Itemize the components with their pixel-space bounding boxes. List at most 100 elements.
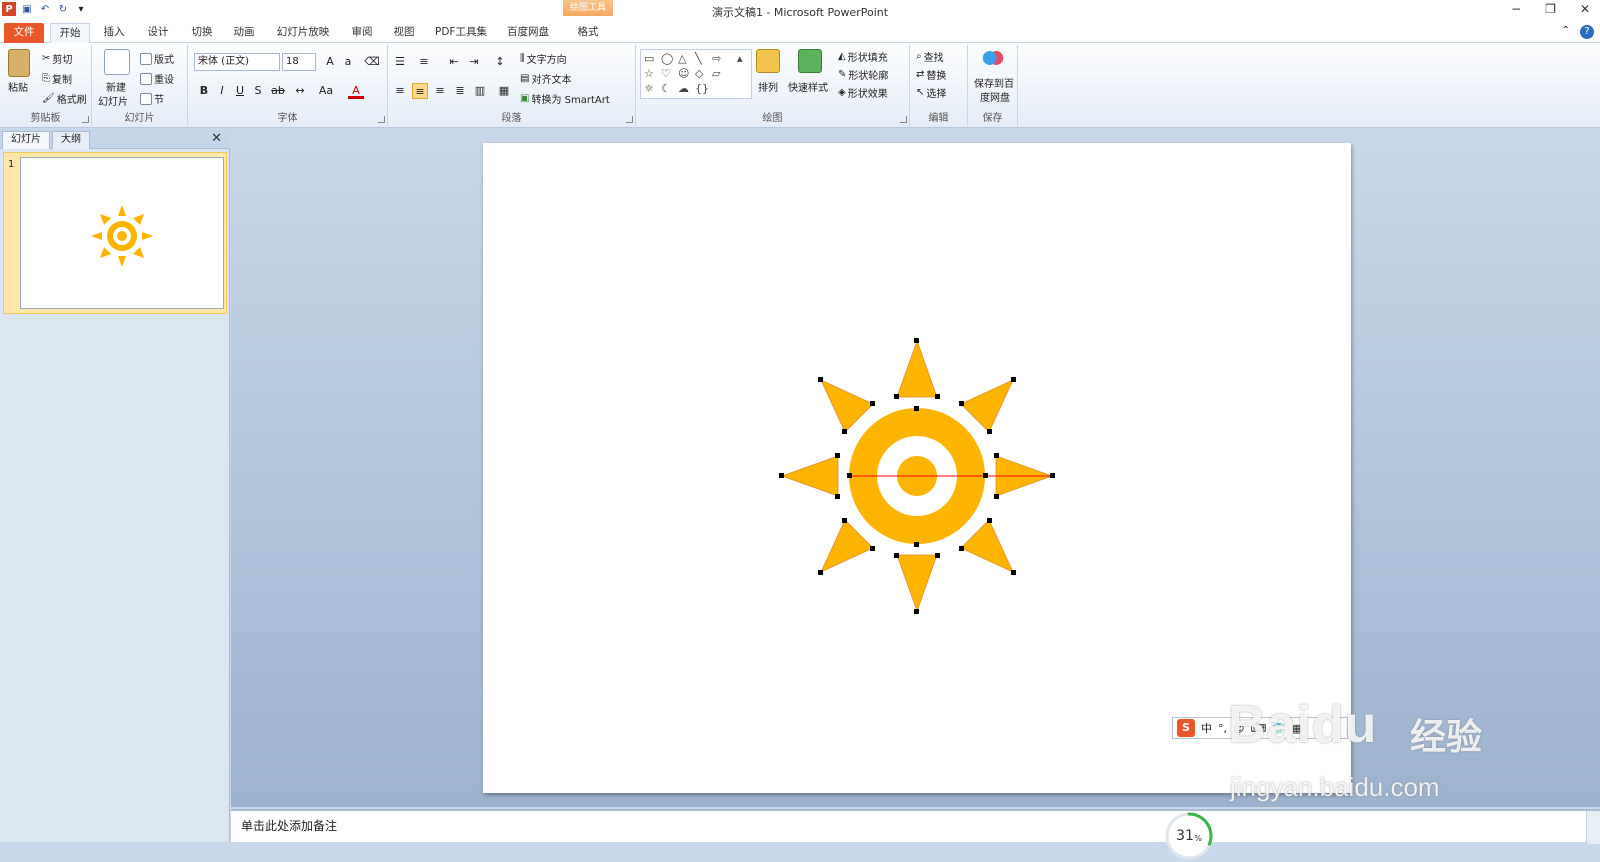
justify-icon[interactable]: ≣: [452, 83, 468, 99]
shapes-gallery[interactable]: ▭ ◯ △ ╲ ⇨ ☆ ♡ ☺ ◇ ▱ ☼ ☾ ☁ {} ▴: [640, 49, 752, 99]
shape-effects-button[interactable]: ◈ 形状效果: [838, 85, 888, 100]
font-size-combo[interactable]: 18: [282, 53, 316, 71]
sun-shape-group[interactable]: [483, 143, 1351, 793]
slide-thumbnail[interactable]: [20, 157, 224, 309]
new-slide-icon[interactable]: [104, 49, 130, 75]
text-direction-button[interactable]: ⫼ 文字方向: [520, 51, 567, 66]
replace-button[interactable]: ⇄ 替换: [916, 67, 946, 82]
tab-view[interactable]: 视图: [386, 23, 422, 43]
tab-baidu-netdisk[interactable]: 百度网盘: [502, 23, 554, 43]
arrange-button[interactable]: 排列: [758, 79, 778, 94]
tab-slides-pane[interactable]: 幻灯片: [2, 131, 50, 149]
underline-icon[interactable]: U: [232, 83, 248, 99]
slide-canvas[interactable]: [483, 143, 1351, 793]
convert-smartart-button[interactable]: ▣ 转换为 SmartArt: [520, 91, 610, 106]
shape-cube-icon[interactable]: ▱: [712, 67, 720, 80]
reset-button[interactable]: 重设: [140, 71, 174, 86]
font-dialog-launcher[interactable]: [378, 116, 385, 123]
new-slide-button[interactable]: 新建: [106, 79, 126, 94]
paragraph-dialog-launcher[interactable]: [626, 116, 633, 123]
drawing-dialog-launcher[interactable]: [900, 116, 907, 123]
notes-scrollbar[interactable]: [1586, 811, 1600, 844]
change-case-icon[interactable]: Aa: [318, 83, 334, 99]
ime-mode-label[interactable]: 中: [1201, 720, 1212, 736]
section-button[interactable]: 节: [140, 91, 164, 106]
ime-punctuation-icon[interactable]: °,: [1218, 722, 1227, 735]
font-name-combo[interactable]: 宋体 (正文): [194, 53, 280, 71]
bullets-icon[interactable]: ☰: [392, 54, 408, 70]
slide-thumbnail-row[interactable]: 1: [3, 152, 227, 314]
collapse-ribbon-icon[interactable]: ⌃: [1562, 25, 1570, 39]
find-button[interactable]: ⌕ 查找: [916, 49, 944, 64]
shape-fill-button[interactable]: ◭ 形状填充: [838, 49, 888, 64]
quick-styles-icon[interactable]: [798, 49, 822, 73]
align-text-button[interactable]: ▤ 对齐文本: [520, 71, 571, 86]
format-painter-button[interactable]: 🖌 格式刷: [42, 91, 87, 106]
shadow-icon[interactable]: S: [250, 83, 266, 99]
paste-icon[interactable]: [8, 49, 30, 77]
increase-indent-icon[interactable]: ⇥: [466, 54, 482, 70]
shape-smiley-icon[interactable]: ☺: [678, 67, 689, 80]
character-spacing-icon[interactable]: ↔: [292, 83, 308, 99]
tab-slideshow[interactable]: 幻灯片放映: [270, 23, 336, 43]
tab-transitions[interactable]: 切换: [184, 23, 220, 43]
minimize-icon[interactable]: −: [1511, 2, 1521, 16]
tab-outline-pane[interactable]: 大纲: [52, 131, 90, 149]
tab-insert[interactable]: 插入: [96, 23, 132, 43]
baidu-cloud-icon[interactable]: [982, 49, 1004, 67]
help-icon[interactable]: ?: [1580, 25, 1594, 39]
tab-format[interactable]: 格式: [566, 23, 610, 43]
save-to-baidu-label2[interactable]: 度网盘: [980, 89, 1010, 104]
cut-button[interactable]: ✂ 剪切: [42, 51, 72, 66]
tab-animations[interactable]: 动画: [226, 23, 262, 43]
align-left-icon[interactable]: ≡: [392, 83, 408, 99]
tab-review[interactable]: 审阅: [344, 23, 380, 43]
paste-button[interactable]: 粘贴: [8, 79, 28, 94]
notes-pane[interactable]: 单击此处添加备注: [231, 809, 1600, 844]
notes-placeholder[interactable]: 单击此处添加备注: [241, 817, 337, 834]
save-to-baidu-button[interactable]: 保存到百: [974, 75, 1014, 90]
shape-arrow-icon[interactable]: ⇨: [712, 52, 721, 65]
clipboard-dialog-launcher[interactable]: [82, 116, 89, 123]
shape-star-icon[interactable]: ☆: [644, 67, 654, 80]
columns-icon[interactable]: ▦: [496, 83, 512, 99]
clear-formatting-icon[interactable]: ⌫: [364, 54, 380, 70]
shape-diamond-icon[interactable]: ◇: [695, 67, 703, 80]
shape-sun-icon[interactable]: ☼: [644, 82, 654, 95]
shape-brace-icon[interactable]: {}: [695, 82, 709, 95]
italic-icon[interactable]: I: [214, 83, 230, 99]
strikethrough-icon[interactable]: ab: [270, 83, 286, 99]
quick-styles-button[interactable]: 快速样式: [788, 79, 828, 94]
line-spacing-icon[interactable]: ↕: [492, 54, 508, 70]
shape-cloud-icon[interactable]: ☁: [678, 82, 689, 95]
tab-home[interactable]: 开始: [50, 23, 90, 43]
gallery-scroll-icon[interactable]: ▴: [737, 52, 743, 65]
shape-heart-icon[interactable]: ♡: [661, 67, 671, 80]
shape-rectangle-icon[interactable]: ▭: [644, 52, 654, 65]
shape-line-icon[interactable]: ╲: [695, 52, 702, 65]
bold-icon[interactable]: B: [196, 83, 212, 99]
align-center-icon[interactable]: ≡: [412, 83, 428, 99]
close-pane-icon[interactable]: ✕: [211, 131, 222, 146]
shape-outline-button[interactable]: ✎ 形状轮廓: [838, 67, 888, 82]
grow-font-icon[interactable]: A: [322, 54, 338, 70]
shape-moon-icon[interactable]: ☾: [661, 82, 671, 95]
decrease-indent-icon[interactable]: ⇤: [446, 54, 462, 70]
distributed-icon[interactable]: ▥: [472, 83, 488, 99]
copy-button[interactable]: ⎘ 复制: [42, 71, 72, 86]
close-icon[interactable]: ✕: [1580, 2, 1590, 16]
tab-design[interactable]: 设计: [140, 23, 176, 43]
tab-pdf-tools[interactable]: PDF工具集: [430, 23, 492, 43]
layout-button[interactable]: 版式: [140, 51, 174, 66]
select-button[interactable]: ↖ 选择: [916, 85, 946, 100]
font-color-icon[interactable]: A: [348, 83, 364, 99]
shape-triangle-icon[interactable]: △: [678, 52, 686, 65]
tab-file[interactable]: 文件: [4, 23, 44, 43]
arrange-icon[interactable]: [756, 49, 780, 73]
restore-icon[interactable]: ❐: [1545, 2, 1556, 16]
align-right-icon[interactable]: ≡: [432, 83, 448, 99]
shape-oval-icon[interactable]: ◯: [661, 52, 673, 65]
new-slide-dropdown[interactable]: 幻灯片: [98, 93, 128, 108]
numbering-icon[interactable]: ≡: [416, 54, 432, 70]
shrink-font-icon[interactable]: a: [340, 54, 356, 70]
